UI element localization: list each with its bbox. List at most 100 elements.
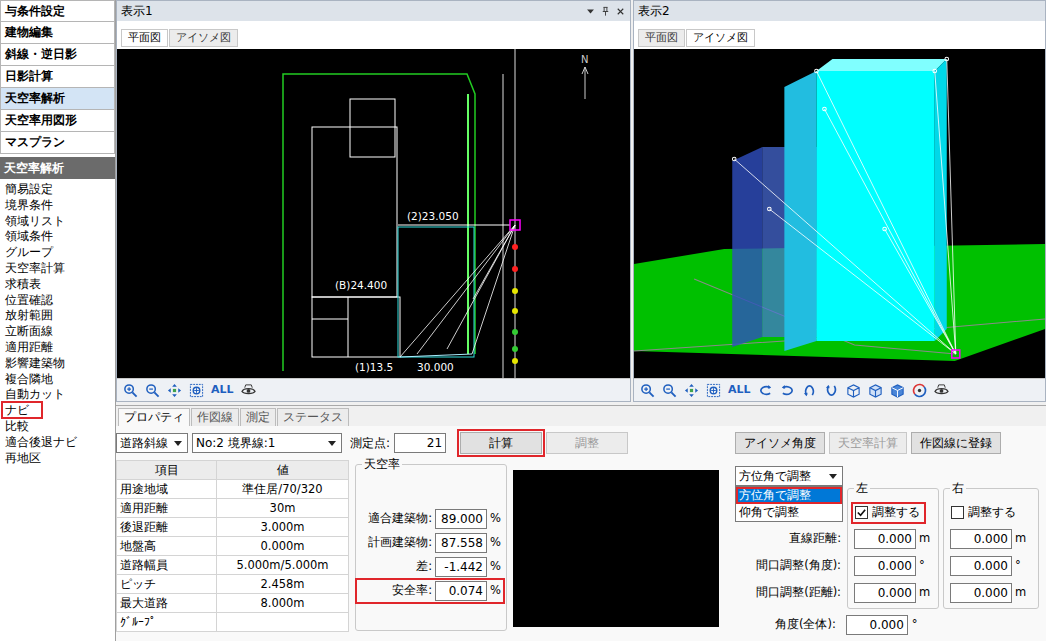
mode-select[interactable]: 方位角で調整 (735, 466, 843, 486)
menu-button[interactable]: 天空率解析 (0, 88, 115, 110)
adjust-field[interactable]: 0.000 (950, 556, 1012, 576)
pan-icon[interactable] (167, 383, 182, 398)
sidebar-item-label[interactable]: 境界条件 (3, 198, 65, 212)
adjust-field[interactable]: 0.000 (950, 529, 1012, 549)
zoom-in-icon[interactable] (123, 383, 138, 398)
property-value[interactable]: 5.000m/5.000m (217, 556, 349, 575)
show-all-button[interactable]: ALL (728, 383, 751, 396)
sidebar-item-label[interactable]: 適合後退ナビ (3, 435, 89, 449)
view-action-button[interactable]: アイソメ角度 (735, 432, 825, 454)
sidebar-item-label[interactable]: 立断面線 (3, 324, 65, 338)
cube-b-icon[interactable] (868, 383, 883, 398)
drawing-canvas[interactable] (634, 49, 1045, 378)
table-row[interactable]: 道路幅員5.000m/5.000m (117, 556, 349, 575)
property-value[interactable]: 2.458m (217, 575, 349, 594)
plan-drawing[interactable]: (2)23.050(B)24.400(1)13.530.000N (117, 49, 630, 378)
sidebar-item-label[interactable]: 求積表 (3, 277, 53, 291)
sidebar-item[interactable]: 簡易設定 (3, 182, 115, 198)
view-tab[interactable]: アイソメ図 (686, 29, 755, 47)
table-row[interactable]: ｸﾞﾙｰﾌﾟ (117, 613, 349, 632)
property-value[interactable]: 準住居/70/320 (217, 480, 349, 499)
measure-point[interactable] (512, 308, 518, 314)
sidebar-item[interactable]: 境界条件 (3, 198, 115, 214)
sidebar-item[interactable]: 立断面線 (3, 324, 115, 340)
sidebar-item-label[interactable]: 簡易設定 (3, 182, 65, 196)
checkbox[interactable] (951, 506, 964, 519)
sidebar-item-label[interactable]: 比較 (3, 419, 41, 433)
table-row[interactable]: 適用距離30m (117, 499, 349, 518)
rot-r-icon[interactable] (780, 383, 795, 398)
cube-c-icon[interactable] (890, 383, 905, 398)
eye-icon[interactable] (934, 383, 949, 398)
view-tab[interactable]: アイソメ図 (169, 29, 238, 47)
menu-button[interactable]: 日影計算 (0, 66, 115, 88)
property-value[interactable] (217, 613, 349, 632)
measure-point[interactable] (512, 346, 518, 352)
total-angle-field[interactable]: 0.000 (846, 615, 908, 635)
property-value[interactable]: 8.000m (217, 594, 349, 613)
rot-u-icon[interactable] (802, 383, 817, 398)
orbit-icon[interactable] (912, 383, 927, 398)
sidebar-item[interactable]: 求積表 (3, 277, 115, 293)
rot-l-icon[interactable] (758, 383, 773, 398)
sidebar-item-label[interactable]: 位置確認 (3, 293, 65, 307)
sidebar-item[interactable]: 再地区 (3, 451, 115, 467)
measure-point[interactable] (512, 266, 518, 272)
adjust-field[interactable]: 0.000 (854, 529, 916, 549)
zoom-in-icon[interactable] (640, 383, 655, 398)
close-icon[interactable] (615, 6, 626, 17)
sidebar-item-label[interactable]: 領域条件 (3, 229, 65, 243)
kind-select-value[interactable]: 道路斜線 (120, 436, 168, 450)
view-action-button[interactable]: 作図線に登録 (911, 432, 1001, 454)
table-row[interactable]: ピッチ2.458m (117, 575, 349, 594)
mode-select-value[interactable]: 方位角で調整 (739, 469, 823, 483)
property-value[interactable]: 3.000m (217, 518, 349, 537)
eye-icon[interactable] (241, 383, 256, 398)
calculate-button[interactable]: 計算 (460, 432, 542, 454)
check-icon[interactable] (856, 507, 867, 518)
sidebar-item-label[interactable]: 複合隣地 (3, 372, 65, 386)
sidebar-item[interactable]: 自動カット (3, 387, 115, 403)
sidebar-item-label[interactable]: 自動カット (3, 387, 77, 401)
isometric-drawing[interactable] (634, 49, 1045, 378)
sidebar-item[interactable]: 複合隣地 (3, 372, 115, 388)
measure-point[interactable] (512, 288, 518, 294)
measure-point[interactable] (512, 329, 518, 335)
sidebar-item-label[interactable]: 領域リスト (3, 214, 77, 228)
sidebar-item[interactable]: ナビ (3, 403, 115, 419)
mode-dropdown[interactable]: 方位角で調整方位角で調整仰角で調整 (735, 466, 843, 486)
table-row[interactable]: 後退距離3.000m (117, 518, 349, 537)
property-tab[interactable]: 測定 (240, 408, 276, 426)
sidebar-item-label[interactable]: ナビ (3, 403, 41, 417)
fit-icon[interactable] (706, 383, 721, 398)
rot-d-icon[interactable] (824, 383, 839, 398)
menu-button[interactable]: 建物編集 (0, 22, 115, 44)
adjust-field[interactable]: 0.000 (854, 556, 916, 576)
fit-icon[interactable] (189, 383, 204, 398)
table-row[interactable]: 地盤高0.000m (117, 537, 349, 556)
sidebar-item[interactable]: 領域条件 (3, 229, 115, 245)
sidebar-item[interactable]: 天空率計算 (3, 261, 115, 277)
sidebar-item[interactable]: グループ (3, 245, 115, 261)
sidebar-item[interactable]: 放射範囲 (3, 308, 115, 324)
mode-options[interactable]: 方位角で調整仰角で調整 (735, 486, 843, 522)
menu-button[interactable]: 天空率用図形 (0, 110, 115, 132)
sidebar-item-label[interactable]: 放射範囲 (3, 308, 65, 322)
adjust-field[interactable]: 0.000 (854, 583, 916, 603)
mode-option[interactable]: 仰角で調整 (736, 504, 842, 521)
zoom-out-icon[interactable] (662, 383, 677, 398)
pin-icon[interactable] (600, 6, 611, 17)
sidebar-item-label[interactable]: 再地区 (3, 451, 53, 465)
sidebar-item[interactable]: 位置確認 (3, 293, 115, 309)
table-row[interactable]: 用途地域準住居/70/320 (117, 480, 349, 499)
measure-point-marker[interactable] (952, 350, 960, 358)
kind-select[interactable]: 道路斜線 (116, 433, 188, 453)
boundary-select[interactable]: No:2 境界線:1 (192, 433, 342, 453)
view-tab[interactable]: 平面図 (121, 29, 168, 47)
property-tab[interactable]: プロパティ (118, 408, 190, 426)
dropdown-arrow-icon[interactable] (829, 474, 837, 479)
mode-option[interactable]: 方位角で調整 (736, 487, 842, 504)
property-value[interactable]: 0.000m (217, 537, 349, 556)
checkbox-label[interactable]: 調整する (872, 506, 920, 520)
pan-icon[interactable] (684, 383, 699, 398)
